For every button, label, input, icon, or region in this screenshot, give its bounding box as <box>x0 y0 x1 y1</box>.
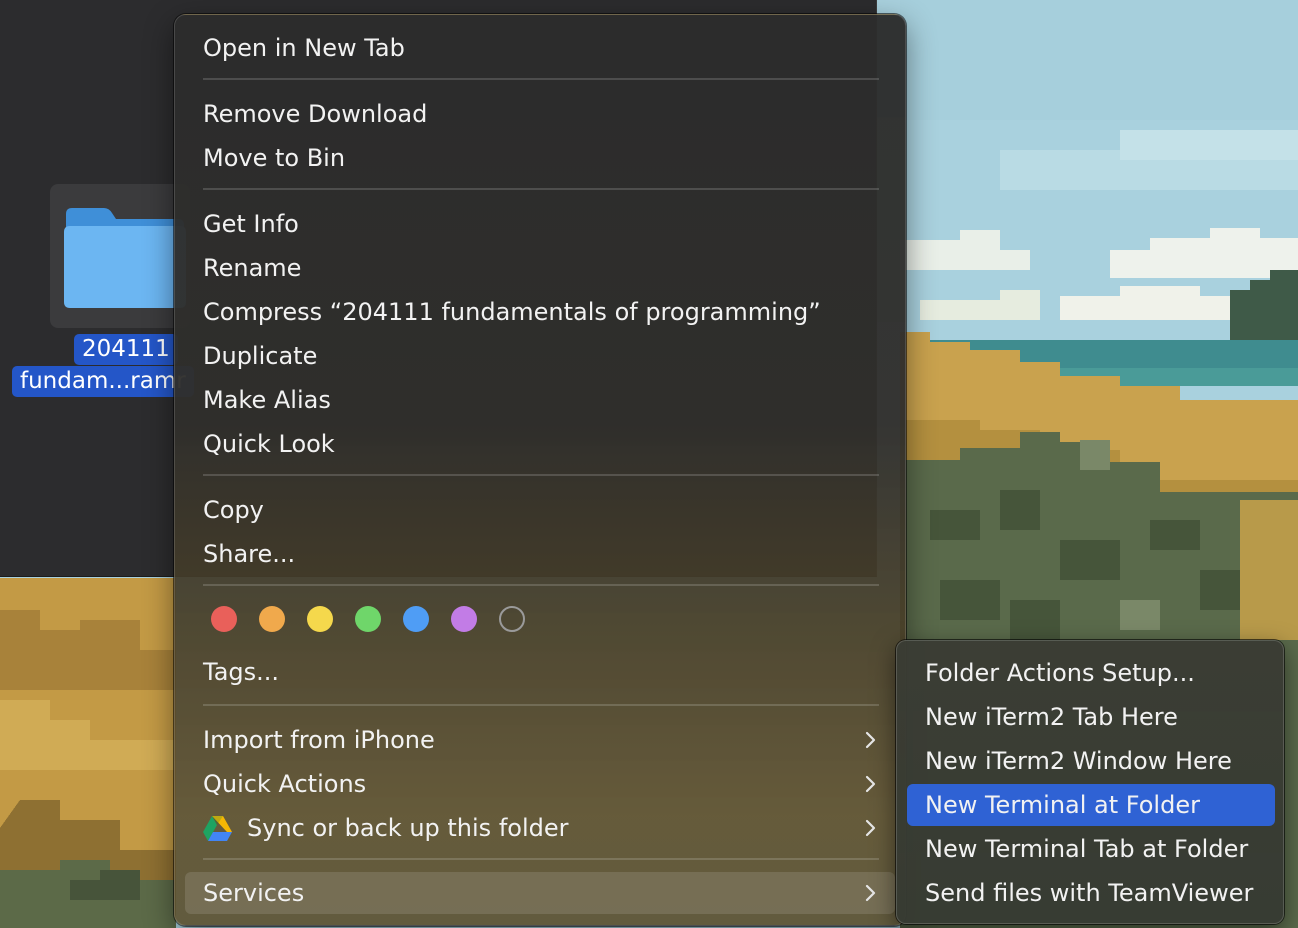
tag-none[interactable] <box>499 606 525 632</box>
service-folder-actions-setup[interactable]: Folder Actions Setup... <box>907 652 1275 694</box>
service-new-iterm2-window[interactable]: New iTerm2 Window Here <box>907 740 1275 782</box>
menu-item-label: Quick Look <box>203 430 335 458</box>
tag-yellow[interactable] <box>307 606 333 632</box>
menu-get-info[interactable]: Get Info <box>185 204 895 244</box>
menu-item-label: Import from iPhone <box>203 726 435 754</box>
menu-item-label: Remove Download <box>203 100 428 128</box>
menu-quick-look[interactable]: Quick Look <box>185 424 895 464</box>
tag-purple[interactable] <box>451 606 477 632</box>
menu-separator <box>203 858 879 860</box>
tag-red[interactable] <box>211 606 237 632</box>
submenu-item-label: Send files with TeamViewer <box>925 879 1254 907</box>
menu-sync-backup-folder[interactable]: Sync or back up this folder <box>185 808 895 848</box>
menu-item-label: Quick Actions <box>203 770 367 798</box>
menu-duplicate[interactable]: Duplicate <box>185 336 895 376</box>
menu-item-label: Share... <box>203 540 296 568</box>
folder-name-line1[interactable]: 204111 <box>74 334 178 365</box>
menu-item-label: Rename <box>203 254 302 282</box>
google-drive-icon <box>203 816 232 841</box>
menu-open-in-new-tab[interactable]: Open in New Tab <box>185 28 895 68</box>
menu-share[interactable]: Share... <box>185 534 895 574</box>
submenu-item-label: New Terminal at Folder <box>925 791 1200 819</box>
submenu-item-label: Folder Actions Setup... <box>925 659 1195 687</box>
chevron-right-icon <box>865 819 876 837</box>
menu-item-label: Services <box>203 879 305 907</box>
menu-item-label: Copy <box>203 496 264 524</box>
desktop: 204111 fundam...ramr Open in New Tab Rem… <box>0 0 1298 928</box>
chevron-right-icon <box>865 884 876 902</box>
menu-services[interactable]: Services <box>185 872 895 914</box>
services-submenu: Folder Actions Setup... New iTerm2 Tab H… <box>896 640 1284 924</box>
menu-tags[interactable]: Tags... <box>185 652 895 692</box>
submenu-item-label: New iTerm2 Window Here <box>925 747 1232 775</box>
menu-separator <box>203 474 879 476</box>
folder-icon[interactable] <box>60 204 190 310</box>
tag-green[interactable] <box>355 606 381 632</box>
folder-context-menu: Open in New Tab Remove Download Move to … <box>174 14 906 926</box>
menu-compress[interactable]: Compress “204111 fundamentals of program… <box>185 292 895 332</box>
service-new-iterm2-tab[interactable]: New iTerm2 Tab Here <box>907 696 1275 738</box>
menu-make-alias[interactable]: Make Alias <box>185 380 895 420</box>
menu-item-label: Sync or back up this folder <box>247 814 569 842</box>
menu-separator <box>203 584 879 586</box>
menu-copy[interactable]: Copy <box>185 490 895 530</box>
chevron-right-icon <box>865 731 876 749</box>
service-new-terminal-at-folder[interactable]: New Terminal at Folder <box>907 784 1275 826</box>
service-send-files-teamviewer[interactable]: Send files with TeamViewer <box>907 872 1275 914</box>
menu-rename[interactable]: Rename <box>185 248 895 288</box>
tag-blue[interactable] <box>403 606 429 632</box>
menu-item-label: Make Alias <box>203 386 331 414</box>
menu-item-label: Move to Bin <box>203 144 346 172</box>
chevron-right-icon <box>865 775 876 793</box>
submenu-item-label: New Terminal Tab at Folder <box>925 835 1249 863</box>
menu-separator <box>203 188 879 190</box>
menu-item-label: Get Info <box>203 210 299 238</box>
menu-quick-actions[interactable]: Quick Actions <box>185 764 895 804</box>
menu-separator <box>203 704 879 706</box>
tag-orange[interactable] <box>259 606 285 632</box>
menu-item-label: Duplicate <box>203 342 318 370</box>
menu-item-label: Compress “204111 fundamentals of program… <box>203 298 821 326</box>
service-new-terminal-tab-at-folder[interactable]: New Terminal Tab at Folder <box>907 828 1275 870</box>
menu-item-label: Tags... <box>203 658 280 686</box>
submenu-item-label: New iTerm2 Tab Here <box>925 703 1178 731</box>
menu-separator <box>203 78 879 80</box>
folder-name-line2[interactable]: fundam...ramr <box>12 366 194 397</box>
menu-item-label: Open in New Tab <box>203 34 405 62</box>
menu-remove-download[interactable]: Remove Download <box>185 94 895 134</box>
menu-move-to-bin[interactable]: Move to Bin <box>185 138 895 178</box>
menu-import-from-iphone[interactable]: Import from iPhone <box>185 720 895 760</box>
